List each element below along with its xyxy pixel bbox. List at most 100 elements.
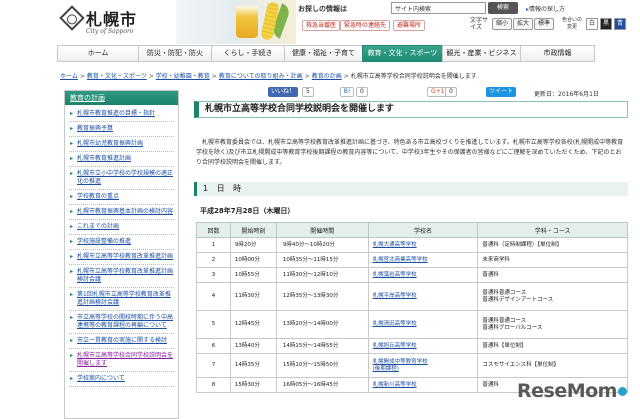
cell-school: 札幌大通高等学校 — [367, 237, 479, 253]
table-row: 5 12時45分 13時20分～14時00分 札幌清田高等学校 普通科普通コース… — [196, 310, 628, 339]
breadcrumb-education-plan[interactable]: 教育の計画 — [312, 73, 342, 80]
sidebar-item-reform-plan-committee[interactable]: 札幌市立高等学校教育改革推進計画検討会議 — [69, 265, 174, 288]
col-header-course: 学科・コース — [477, 222, 628, 238]
evacuation-site-button[interactable]: 避難場所 — [393, 20, 426, 31]
site-search-input[interactable] — [391, 2, 486, 14]
col-header-time: 開催時間 — [275, 222, 369, 238]
breadcrumb-separator: > — [79, 73, 85, 80]
sidebar-item-integrated-education[interactable]: 市立一貫教育の実施に関する検討 — [69, 334, 174, 349]
col-header-start: 開始時刻 — [229, 222, 277, 238]
sidebar-item-school-education-focus[interactable]: 学校教育の重点 — [69, 190, 174, 205]
font-enlarge-button[interactable]: 拡大 — [513, 18, 533, 30]
color-blue-button[interactable]: 青 — [614, 18, 626, 30]
sidebar-item-high-school-reform-plan[interactable]: 札幌市立高等学校教育改革推進計画 — [69, 250, 174, 265]
cell-school: 札幌平岸高等学校 — [367, 282, 479, 311]
tweet-button[interactable]: ツイート — [486, 87, 517, 97]
cell-round: 5 — [196, 310, 231, 339]
school-link[interactable]: 札幌開成中等教育学校 (後期課程) — [373, 359, 428, 372]
gnav-living[interactable]: くらし・手続き — [211, 45, 284, 62]
sidebar-item-first-committee-meeting[interactable]: 第1回札幌市立高等学校教育改革推進計画検討会議 — [69, 288, 174, 311]
site-logo[interactable]: 札幌市 — [86, 6, 137, 30]
gnav-disaster-prevention[interactable]: 防災・防犯・防火 — [138, 45, 211, 62]
gnav-tourism-business[interactable]: 観光・産業・ビジネス — [442, 45, 520, 62]
breadcrumb-separator: > — [304, 73, 310, 80]
sidebar-item-education-goals[interactable]: 札幌市教育推進の目標・指針 — [69, 107, 174, 122]
gnav-education-culture[interactable]: 教育・文化・スポーツ — [362, 45, 442, 62]
sidebar-item-previous-plans[interactable]: これまでの計画 — [69, 220, 174, 235]
breadcrumb-home[interactable]: ホーム — [60, 73, 78, 80]
cell-course: コスモサイエンス科【単位制】 — [477, 353, 628, 378]
cell-course: 普通科（定時制課程）【単位制】 — [477, 237, 628, 253]
gnav-city-info[interactable]: 市政情報 — [520, 45, 595, 62]
school-link[interactable]: 札幌清田高等学校 — [373, 321, 417, 327]
updated-date: 更新日：2016年6月1日 — [534, 91, 599, 98]
sidebar-item-education-promotion-plan[interactable]: 札幌市教育推進計画 — [69, 152, 174, 167]
sapporo-emblem-icon[interactable] — [59, 5, 85, 31]
search-guide-link[interactable]: ▸情報の探し方 — [526, 4, 565, 13]
school-link[interactable]: 札幌旭丘高等学校 — [373, 343, 417, 349]
table-row: 2 10時00分 10時35分～11時15分 札幌啓北商業高等学校 未来商学科 — [196, 252, 628, 268]
school-link[interactable]: 札幌平岸高等学校 — [373, 293, 417, 299]
cell-round: 6 — [196, 338, 231, 354]
cell-time: 12時35分～13時30分 — [275, 282, 369, 311]
site-logo-subtitle: City of Sapporo — [86, 28, 134, 35]
sidebar-item-basic-plan-review[interactable]: 札幌市教育振興基本計画の検討内容 — [69, 205, 174, 220]
font-shrink-button[interactable]: 縮小 — [492, 18, 512, 30]
sidebar-item-joint-briefing[interactable]: 札幌市立高等学校合同学校説明会を開催します — [69, 349, 174, 372]
table-header-row: 回数 開始時刻 開催時間 学校名 学科・コース — [196, 222, 628, 238]
table-row: 1 9時20分 9時40分～10時20分 札幌大通高等学校 普通科（定時制課程）… — [196, 237, 628, 253]
gnav-health-welfare[interactable]: 健康・福祉・子育て — [284, 45, 362, 62]
school-link[interactable]: 札幌藻岩高等学校 — [373, 272, 417, 278]
cell-time: 15時10分～15時50分 — [275, 353, 369, 378]
sidebar: 教育の計画 札幌市教育推進の目標・指針 教育振興予算 札幌市幼児教育振興計画 札… — [64, 90, 179, 419]
table-row: 7 14時35分 15時10分～15時50分 札幌開成中等教育学校 (後期課程)… — [196, 353, 628, 378]
site-header: 札幌市 City of Sapporo お探しの情報は 検索 ▸情報の探し方 救… — [0, 0, 640, 44]
sidebar-list: 札幌市教育推進の目標・指針 教育振興予算 札幌市幼児教育振興計画 札幌市教育推進… — [65, 105, 178, 387]
cell-time: 10時35分～11時15分 — [275, 252, 369, 268]
color-white-button[interactable]: 白 — [586, 18, 598, 30]
breadcrumb-education-culture[interactable]: 教育・文化・スポーツ — [87, 73, 147, 80]
cell-school: 札幌開成中等教育学校 (後期課程) — [367, 353, 479, 378]
sidebar-item-education-budget[interactable]: 教育振興予算 — [69, 122, 174, 137]
cell-time: 14時15分～14時55分 — [275, 338, 369, 354]
cell-start: 12時45分 — [229, 310, 277, 339]
school-link[interactable]: 札幌大通高等学校 — [373, 242, 417, 248]
search-button[interactable]: 検索 — [488, 2, 518, 14]
facebook-like-button[interactable]: いいね！ — [268, 87, 299, 97]
emergency-doctor-button[interactable]: 救急当番医 — [302, 20, 341, 31]
table-row: 3 10時55分 11時30分～12時10分 札幌藻岩高等学校 普通科 — [196, 267, 628, 283]
cell-school: 札幌旭丘高等学校 — [367, 338, 479, 354]
sidebar-item-early-childhood-plan[interactable]: 札幌市幼児教育振興計画 — [69, 137, 174, 152]
sidebar-item-curriculum-reorganization[interactable]: 市立高等学校の開校時期に伴う中高連携等の教育課程の再編について — [69, 311, 174, 334]
hatena-bookmark-button[interactable]: B! — [340, 87, 354, 97]
beer-glass-icon — [236, 6, 258, 38]
school-link[interactable]: 札幌新川高等学校 — [373, 382, 417, 388]
breadcrumb-education-initiatives[interactable]: 教育についての取り組み・計画 — [219, 73, 303, 80]
color-black-button[interactable]: 黒 — [600, 18, 612, 30]
cell-course: 普通科普通コース 普通科グローバルコース — [477, 310, 628, 339]
gnav-home[interactable]: ホーム — [57, 45, 138, 62]
cell-start: 10時00分 — [229, 252, 277, 268]
emergency-contact-button[interactable]: 緊急時の連絡先 — [340, 20, 391, 31]
resemom-watermark-logo: ReseMom — [517, 380, 635, 408]
breadcrumb-schools[interactable]: 学校・幼稚園・教育 — [156, 73, 210, 80]
section-heading-datetime: 1 日 時 — [194, 182, 628, 196]
sidebar-item-school-guide[interactable]: 学校案内について — [69, 372, 174, 387]
global-nav: ホーム 防災・防犯・防火 くらし・手続き 健康・福祉・子育て 教育・文化・スポー… — [57, 45, 595, 62]
cell-time: 11時30分～12時10分 — [275, 267, 369, 283]
breadcrumb-current: 札幌市立高等学校合同学校説明会を開催します — [350, 73, 477, 80]
school-link[interactable]: 札幌啓北商業高等学校 — [373, 257, 428, 263]
hatena-bookmark-count: 0 — [356, 87, 368, 97]
cell-school: 札幌藻岩高等学校 — [367, 267, 479, 283]
facebook-like-count: 5 — [302, 87, 314, 97]
sidebar-heading[interactable]: 教育の計画 — [65, 91, 178, 105]
cell-course: 普通科普通コース 普通科デザインアートコース — [477, 282, 628, 311]
cell-start: 10時55分 — [229, 267, 277, 283]
resemom-dot-icon — [618, 387, 627, 396]
cell-start: 15時30分 — [229, 377, 277, 393]
sidebar-item-school-size-optimization[interactable]: 札幌市立小中学校の学校規模の適正化の推進 — [69, 167, 174, 190]
sidebar-item-school-facilities[interactable]: 学校施設整備の推進 — [69, 235, 174, 250]
event-date: 平成28年7月28日（木曜日） — [200, 207, 295, 215]
font-standard-button[interactable]: 標準 — [534, 18, 554, 30]
cell-school: 札幌新川高等学校 — [367, 377, 479, 393]
